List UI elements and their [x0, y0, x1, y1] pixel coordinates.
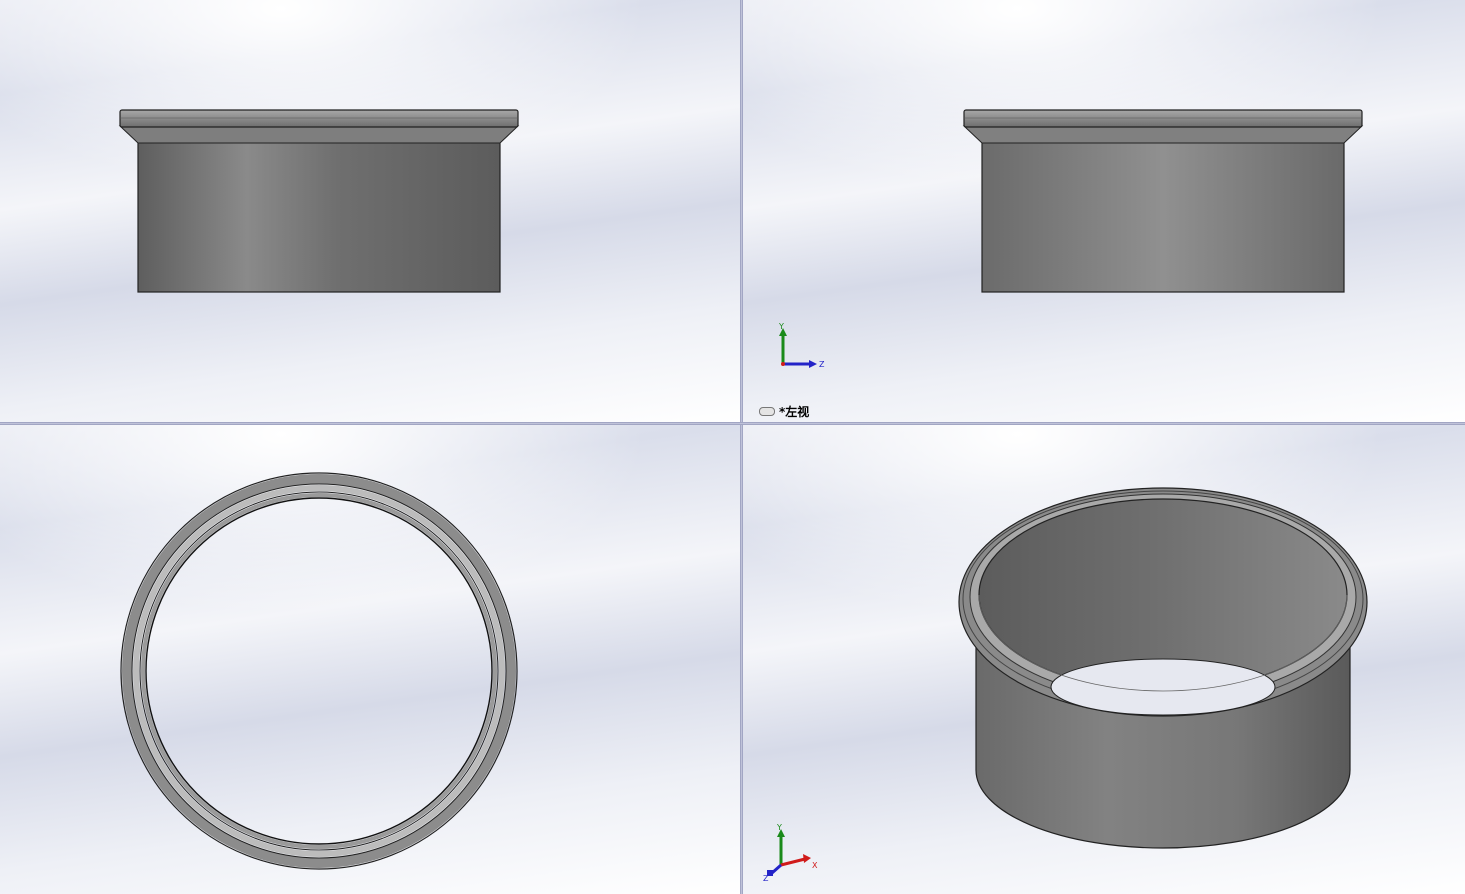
- view-name-label: *左视: [759, 403, 809, 420]
- top-view-model: [120, 472, 518, 870]
- iso-axis-z-label: Z: [763, 874, 769, 883]
- isometric-view-model: [958, 487, 1368, 849]
- front-viewport[interactable]: [0, 0, 740, 422]
- axis-triad: Y Z: [778, 322, 825, 369]
- left-viewport[interactable]: Y Z *左视: [743, 0, 1465, 422]
- axis-y-label: Y: [778, 322, 784, 331]
- view-name-text: *左视: [779, 405, 810, 419]
- top-viewport[interactable]: [0, 425, 740, 894]
- isometric-viewport[interactable]: Y X Z: [743, 425, 1465, 894]
- front-view-model: [118, 109, 520, 293]
- iso-axis-x-label: X: [812, 861, 818, 870]
- axis-z-label: Z: [819, 360, 825, 369]
- viewport-splitter-vertical[interactable]: [740, 0, 743, 894]
- left-view-model: [962, 109, 1364, 293]
- iso-axis-triad: Y X Z: [763, 823, 818, 883]
- viewport-splitter-horizontal[interactable]: [0, 422, 1465, 425]
- iso-axis-y-label: Y: [776, 823, 782, 832]
- link-icon: [759, 407, 775, 416]
